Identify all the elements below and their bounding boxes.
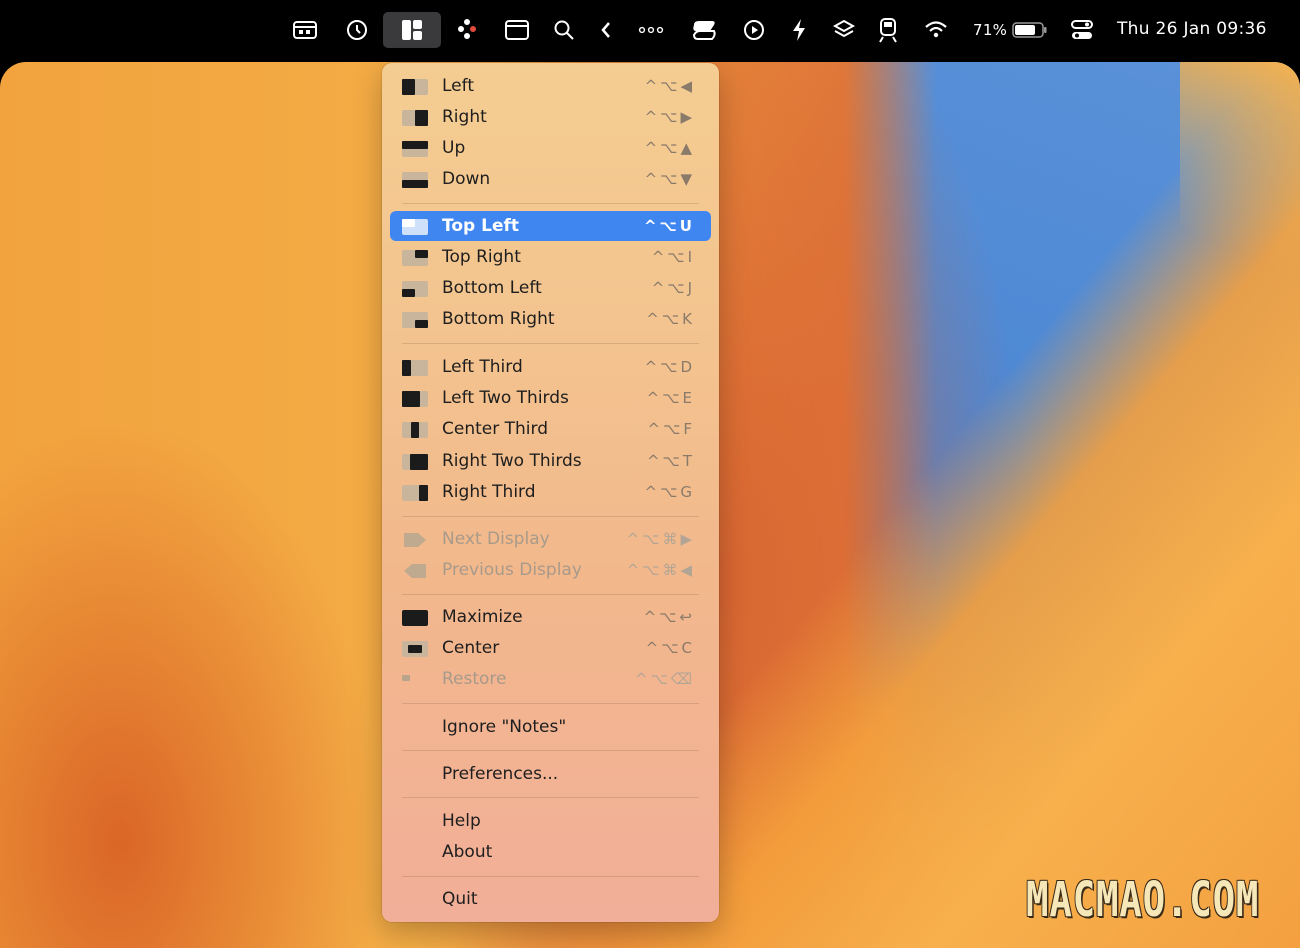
menu-item-bottom-left[interactable]: Bottom Left ^⌥J <box>390 273 711 303</box>
center-third-icon <box>402 422 428 438</box>
history-icon[interactable] <box>343 16 371 44</box>
right-two-thirds-icon <box>402 454 428 470</box>
menu-item-down[interactable]: Down ^⌥▼ <box>390 164 711 194</box>
control-center-icon[interactable] <box>1068 16 1096 44</box>
wallpaper-glow <box>1180 62 1300 322</box>
menu-item-left-two-thirds[interactable]: Left Two Thirds ^⌥E <box>390 383 711 413</box>
menu-separator <box>402 594 699 595</box>
left-half-icon <box>402 79 428 95</box>
next-display-icon <box>402 532 428 548</box>
menu-item-bottom-right[interactable]: Bottom Right ^⌥K <box>390 304 711 334</box>
watermark: MACMAO.COM <box>1026 872 1260 928</box>
play-icon[interactable] <box>740 16 768 44</box>
menu-bar: 71% Thu 26 Jan 09:36 <box>0 0 1300 62</box>
menu-item-about[interactable]: About <box>390 837 711 867</box>
menu-separator <box>402 203 699 204</box>
menu-item-quit[interactable]: Quit <box>390 884 711 914</box>
layers-icon[interactable] <box>830 16 858 44</box>
battery-icon[interactable] <box>1012 16 1048 44</box>
menu-item-top-left[interactable]: Top Left ^⌥U <box>390 211 711 241</box>
rectangle-menu: Left ^⌥◀ Right ^⌥▶ Up ^⌥▲ Down ^⌥▼ Top L… <box>382 63 719 922</box>
right-third-icon <box>402 485 428 501</box>
menu-item-center[interactable]: Center ^⌥C <box>390 633 711 663</box>
center-icon <box>402 641 428 657</box>
rectangle-app-icon[interactable] <box>383 12 441 48</box>
previous-display-icon <box>402 563 428 579</box>
menu-item-maximize[interactable]: Maximize ^⌥↩ <box>390 602 711 632</box>
more-icon[interactable] <box>637 16 665 44</box>
menu-item-help[interactable]: Help <box>390 806 711 836</box>
top-left-icon <box>402 219 428 235</box>
menu-item-right-two-thirds[interactable]: Right Two Thirds ^⌥T <box>390 446 711 476</box>
menu-item-next-display[interactable]: Next Display ^⌥⌘▶ <box>390 524 711 554</box>
menu-separator <box>402 703 699 704</box>
dots-grid-icon[interactable] <box>453 16 481 44</box>
menu-item-left[interactable]: Left ^⌥◀ <box>390 71 711 101</box>
bottom-right-icon <box>402 312 428 328</box>
menu-separator <box>402 343 699 344</box>
calendar-window-icon[interactable] <box>291 16 319 44</box>
menu-item-previous-display[interactable]: Previous Display ^⌥⌘◀ <box>390 555 711 585</box>
search-icon[interactable] <box>550 16 578 44</box>
train-icon[interactable] <box>874 16 902 44</box>
menu-item-right[interactable]: Right ^⌥▶ <box>390 102 711 132</box>
menu-item-restore[interactable]: Restore ^⌥⌫ <box>390 664 711 694</box>
menu-item-top-right[interactable]: Top Right ^⌥I <box>390 242 711 272</box>
restore-icon <box>402 672 428 688</box>
shortcut-icon[interactable] <box>690 16 718 44</box>
left-two-thirds-icon <box>402 391 428 407</box>
menu-item-up[interactable]: Up ^⌥▲ <box>390 133 711 163</box>
right-half-icon <box>402 110 428 126</box>
window-icon[interactable] <box>503 16 531 44</box>
menu-separator <box>402 750 699 751</box>
battery-percent: 71% <box>973 21 1008 39</box>
menubar-clock[interactable]: Thu 26 Jan 09:36 <box>1117 19 1267 39</box>
menu-separator <box>402 876 699 877</box>
menu-item-preferences[interactable]: Preferences... <box>390 759 711 789</box>
maximize-icon <box>402 610 428 626</box>
bottom-half-icon <box>402 172 428 188</box>
chevron-left-icon[interactable] <box>592 16 620 44</box>
menu-item-center-third[interactable]: Center Third ^⌥F <box>390 414 711 444</box>
menu-item-left-third[interactable]: Left Third ^⌥D <box>390 352 711 382</box>
menu-item-right-third[interactable]: Right Third ^⌥G <box>390 477 711 507</box>
wifi-icon[interactable] <box>922 16 950 44</box>
bolt-icon[interactable] <box>785 16 813 44</box>
menu-separator <box>402 797 699 798</box>
top-right-icon <box>402 250 428 266</box>
menu-item-ignore-app[interactable]: Ignore "Notes" <box>390 712 711 742</box>
bottom-left-icon <box>402 281 428 297</box>
left-third-icon <box>402 360 428 376</box>
top-half-icon <box>402 141 428 157</box>
menu-separator <box>402 516 699 517</box>
